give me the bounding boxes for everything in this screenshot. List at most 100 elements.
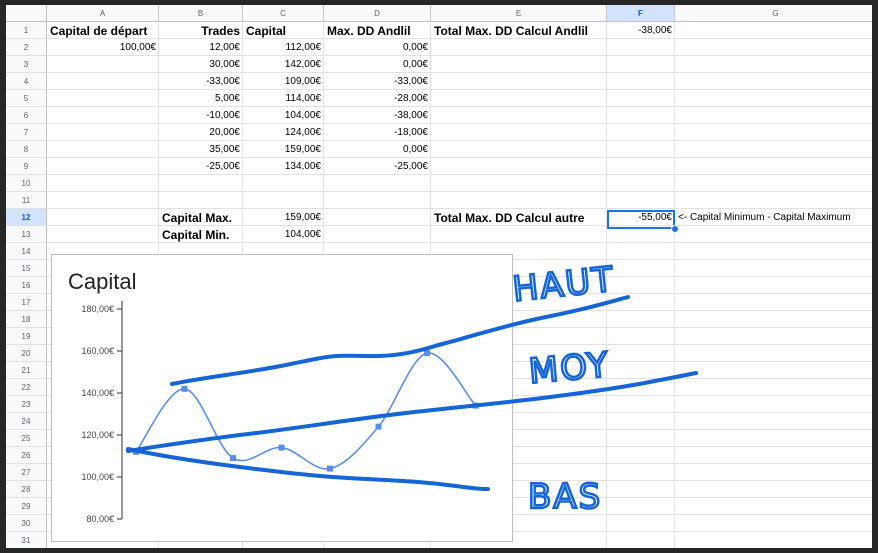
row-header-31[interactable]: 31	[6, 532, 47, 548]
row-header-24[interactable]: 24	[6, 413, 47, 430]
column-header-g[interactable]: G	[675, 5, 872, 22]
row-header-27[interactable]: 27	[6, 464, 47, 481]
row-header-3[interactable]: 3	[6, 56, 47, 73]
column-header-e[interactable]: E	[431, 5, 607, 22]
row-header-11[interactable]: 11	[6, 192, 47, 209]
row-header-5[interactable]: 5	[6, 90, 47, 107]
data-point-5	[327, 465, 333, 472]
cell-c9-capital[interactable]: 134,00€	[243, 158, 324, 175]
data-point-3	[230, 455, 236, 462]
cell-c4-capital[interactable]: 109,00€	[243, 73, 324, 90]
row-header-13[interactable]: 13	[6, 226, 47, 243]
column-header-b[interactable]: B	[159, 5, 243, 22]
cell-b2-trade[interactable]: 12,00€	[159, 39, 243, 56]
y-tick-label: 160,00€	[81, 346, 114, 356]
cell-g12-note[interactable]: <- Capital Minimum - Capital Maximum	[675, 209, 872, 226]
cell-d4-drawdown[interactable]: -33,00€	[324, 73, 431, 90]
fill-handle[interactable]	[671, 225, 679, 233]
data-point-1	[133, 448, 139, 455]
row-header-20[interactable]: 20	[6, 345, 47, 362]
cell-b4-trade[interactable]: -33,00€	[159, 73, 243, 90]
row-header-23[interactable]: 23	[6, 396, 47, 413]
cell-d8-drawdown[interactable]: 0,00€	[324, 141, 431, 158]
cell-a1-header[interactable]: Capital de départ	[47, 22, 159, 39]
cell-e1-header[interactable]: Total Max. DD Calcul Andlil	[431, 22, 607, 39]
row-header-1[interactable]: 1	[6, 22, 47, 39]
cell-d6-drawdown[interactable]: -38,00€	[324, 107, 431, 124]
cell-c3-capital[interactable]: 142,00€	[243, 56, 324, 73]
cell-b5-trade[interactable]: 5,00€	[159, 90, 243, 107]
capital-series-line	[135, 352, 477, 470]
cell-c5-capital[interactable]: 114,00€	[243, 90, 324, 107]
y-tick-label: 120,00€	[81, 430, 114, 440]
column-header-d[interactable]: D	[324, 5, 431, 22]
row-header-2[interactable]: 2	[6, 39, 47, 56]
cell-b1-header[interactable]: Trades	[159, 22, 243, 39]
column-header-f[interactable]: F	[607, 5, 675, 22]
cell-c6-capital[interactable]: 104,00€	[243, 107, 324, 124]
cell-b13-label[interactable]: Capital Min.	[159, 226, 243, 243]
row-header-12[interactable]: 12	[6, 209, 47, 226]
y-tick-label: 180,00€	[81, 304, 114, 314]
cell-b8-trade[interactable]: 35,00€	[159, 141, 243, 158]
row-header-19[interactable]: 19	[6, 328, 47, 345]
cell-c13-value[interactable]: 104,00€	[243, 226, 324, 243]
cell-c7-capital[interactable]: 124,00€	[243, 124, 324, 141]
cell-c8-capital[interactable]: 159,00€	[243, 141, 324, 158]
chart-title: Capital	[68, 269, 136, 294]
row-header-7[interactable]: 7	[6, 124, 47, 141]
grid-column-line	[674, 22, 675, 548]
row-header-10[interactable]: 10	[6, 175, 47, 192]
cell-b9-trade[interactable]: -25,00€	[159, 158, 243, 175]
row-header-16[interactable]: 16	[6, 277, 47, 294]
row-header-28[interactable]: 28	[6, 481, 47, 498]
row-header-6[interactable]: 6	[6, 107, 47, 124]
cell-c12-value[interactable]: 159,00€	[243, 209, 324, 226]
cell-f1-value[interactable]: -38,00€	[607, 22, 675, 39]
column-header-c[interactable]: C	[243, 5, 324, 22]
chart-canvas: Capital 180,00€ 160,00€ 140,00€ 120,00€ 100,0…	[68, 269, 479, 524]
column-header-a[interactable]: A	[47, 5, 159, 22]
cell-b7-trade[interactable]: 20,00€	[159, 124, 243, 141]
cell-d2-drawdown[interactable]: 0,00€	[324, 39, 431, 56]
row-header-17[interactable]: 17	[6, 294, 47, 311]
cell-c1-header[interactable]: Capital	[243, 22, 324, 39]
cell-d1-header[interactable]: Max. DD Andlil	[324, 22, 431, 39]
row-header-30[interactable]: 30	[6, 515, 47, 532]
grid-row-line	[47, 191, 872, 192]
cell-a2-value[interactable]: 100,00€	[47, 39, 159, 56]
select-all-corner[interactable]	[6, 5, 47, 22]
data-point-6	[375, 423, 382, 430]
data-point-4	[278, 444, 285, 451]
cell-b3-trade[interactable]: 30,00€	[159, 56, 243, 73]
row-header-4[interactable]: 4	[6, 73, 47, 90]
row-header-14[interactable]: 14	[6, 243, 47, 260]
row-header-22[interactable]: 22	[6, 379, 47, 396]
cell-b12-label[interactable]: Capital Max.	[159, 209, 243, 226]
row-header-29[interactable]: 29	[6, 498, 47, 515]
annotation-haut: HAUT	[511, 259, 617, 309]
y-tick-label: 80,00€	[86, 514, 114, 524]
cell-d3-drawdown[interactable]: 0,00€	[324, 56, 431, 73]
row-header-26[interactable]: 26	[6, 447, 47, 464]
row-header-21[interactable]: 21	[6, 362, 47, 379]
selected-cell-f12[interactable]	[607, 210, 675, 229]
data-point-2	[181, 385, 188, 392]
row-header-9[interactable]: 9	[6, 158, 47, 175]
spreadsheet-grid[interactable]: ABCDEFG 1 2 3 4 5 6 7 8 9 10 11 12 13 14 15 16 17 18 19 20 2…	[6, 5, 872, 548]
row-header-15[interactable]: 15	[6, 260, 47, 277]
capital-chart[interactable]: Capital 180,00€ 160,00€ 140,00€ 120,00€ 100,0…	[51, 254, 513, 542]
row-header-25[interactable]: 25	[6, 430, 47, 447]
data-point-7	[424, 350, 430, 357]
row-header-8[interactable]: 8	[6, 141, 47, 158]
cell-d7-drawdown[interactable]: -18,00€	[324, 124, 431, 141]
data-point-8	[472, 402, 479, 409]
y-tick-label: 100,00€	[81, 472, 114, 482]
cell-b6-trade[interactable]: -10,00€	[159, 107, 243, 124]
cell-c2-capital[interactable]: 112,00€	[243, 39, 324, 56]
cell-d5-drawdown[interactable]: -28,00€	[324, 90, 431, 107]
cell-e12-label[interactable]: Total Max. DD Calcul autre	[431, 209, 607, 226]
y-tick-label: 140,00€	[81, 388, 114, 398]
cell-d9-drawdown[interactable]: -25,00€	[324, 158, 431, 175]
row-header-18[interactable]: 18	[6, 311, 47, 328]
